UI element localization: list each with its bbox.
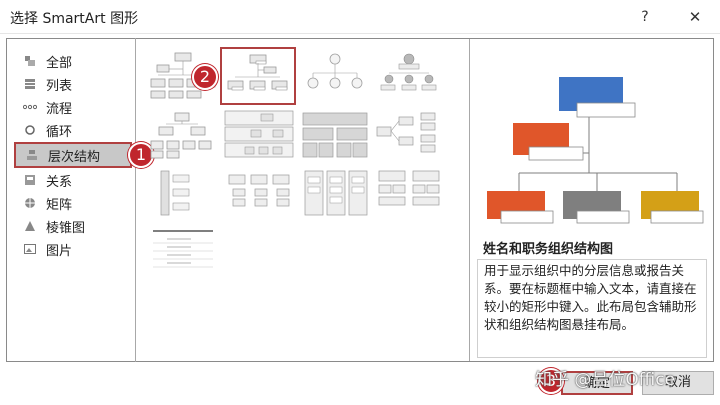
layout-thumb-hierarchy-list[interactable]: [223, 167, 295, 219]
pyramid-icon: [22, 219, 38, 233]
layout-gallery: [137, 39, 470, 361]
help-button[interactable]: ?: [634, 6, 656, 28]
layout-thumb-horizontal-multi-level[interactable]: [147, 167, 219, 219]
category-list[interactable]: 列表: [14, 73, 132, 95]
preview-pane: 姓名和职务组织结构图 用于显示组织中的分层信息或报告关系。要在标题框中输入文本，…: [471, 39, 713, 361]
preview-description: 用于显示组织中的分层信息或报告关系。要在标题框中输入文本，请直接在较小的矩形中键…: [477, 259, 707, 358]
category-label: 全部: [46, 55, 73, 71]
category-label: 层次结构: [48, 149, 101, 165]
category-label: 矩阵: [46, 197, 73, 213]
layout-thumb-horizontal-hierarchy[interactable]: [373, 109, 445, 161]
category-matrix[interactable]: 矩阵: [14, 192, 132, 214]
cycle-icon: [22, 123, 38, 137]
preview-title: 姓名和职务组织结构图: [483, 242, 614, 257]
category-process[interactable]: 流程: [14, 96, 132, 118]
category-relationship[interactable]: 关系: [14, 169, 132, 191]
layout-thumb-picture-org-chart[interactable]: [373, 49, 445, 101]
layout-thumb-hierarchy[interactable]: [147, 109, 219, 161]
category-pyramid[interactable]: 棱锥图: [14, 215, 132, 237]
process-icon: [22, 100, 38, 114]
category-hierarchy[interactable]: 层次结构: [14, 142, 132, 168]
category-label: 图片: [46, 243, 73, 259]
layout-thumb-name-title-org-chart[interactable]: [220, 47, 296, 105]
layout-thumb-architecture[interactable]: [373, 167, 445, 219]
layout-thumb-table-hierarchy[interactable]: [299, 109, 371, 161]
layout-thumb-labeled-hierarchy[interactable]: [223, 109, 295, 161]
relationship-icon: [22, 173, 38, 187]
dialog-title: 选择 SmartArt 图形: [10, 11, 139, 27]
watermark: 知乎 @吕位Office: [535, 370, 676, 390]
layout-thumb-hierarchy-text[interactable]: [147, 225, 219, 277]
list-icon: [22, 77, 38, 91]
category-label: 循环: [46, 124, 73, 140]
category-label: 列表: [46, 78, 73, 94]
category-all[interactable]: 全部: [14, 50, 132, 72]
category-cycle[interactable]: 循环: [14, 119, 132, 141]
layout-thumb-circle-org-chart[interactable]: [299, 49, 371, 101]
category-label: 流程: [46, 101, 73, 117]
title-bar: 选择 SmartArt 图形 ? ✕: [0, 0, 720, 34]
all-icon: [22, 54, 38, 68]
picture-icon: [22, 242, 38, 256]
step-badge-2: 2: [192, 64, 218, 90]
category-label: 棱锥图: [46, 220, 86, 236]
close-button[interactable]: ✕: [684, 6, 706, 28]
layout-thumb-lined-list[interactable]: [299, 167, 371, 219]
category-picture[interactable]: 图片: [14, 238, 132, 260]
category-label: 关系: [46, 174, 73, 190]
hierarchy-icon: [24, 148, 40, 162]
preview-image: [479, 61, 707, 226]
matrix-icon: [22, 196, 38, 210]
category-sidebar: 全部 列表 流程 循环 层次结构 关系 矩阵 棱锥图 图片: [6, 38, 136, 362]
